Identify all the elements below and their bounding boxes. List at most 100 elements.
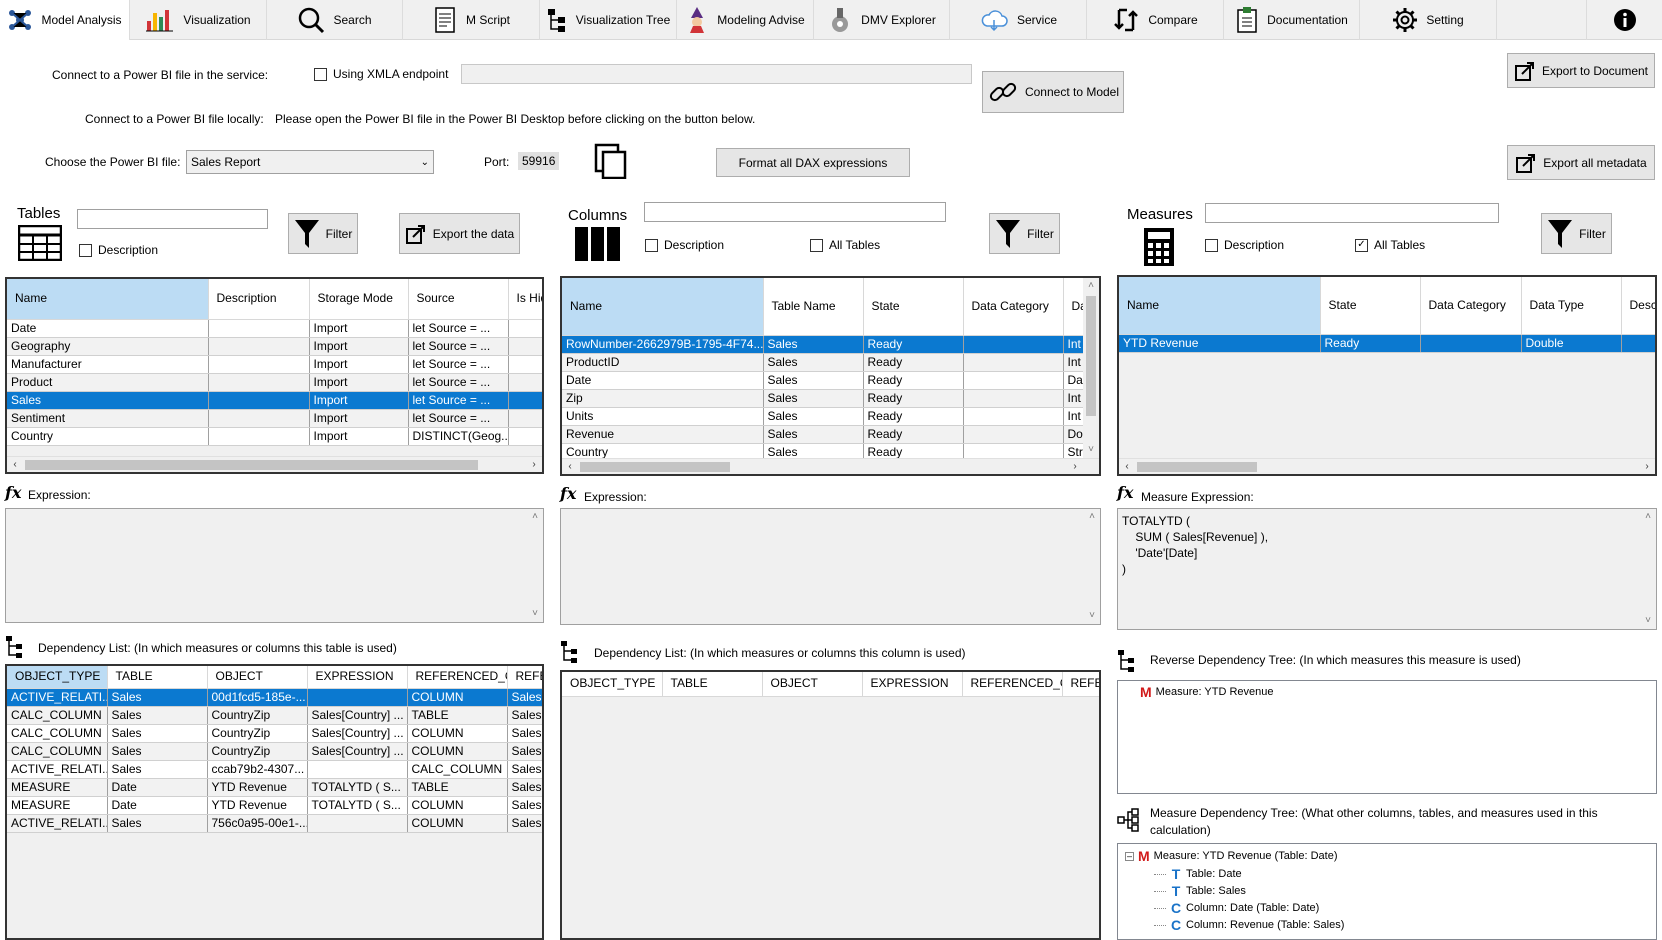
vertical-scrollbar[interactable]: ˄ ˅ bbox=[1084, 509, 1100, 624]
table-row[interactable]: Sales Import let Source = ... bbox=[7, 391, 542, 410]
measures-grid[interactable]: Name State Data Category Data Type Desc … bbox=[1117, 275, 1657, 476]
column-expression-box[interactable]: ˄ ˅ bbox=[560, 508, 1101, 625]
scroll-thumb[interactable] bbox=[580, 462, 730, 472]
measures-description-checkbox[interactable]: Description bbox=[1205, 238, 1284, 252]
tree-node[interactable]: T Table: Date bbox=[1154, 866, 1242, 882]
scroll-thumb[interactable] bbox=[25, 460, 478, 470]
table-row[interactable]: CALC_COLUMN Sales CountryZip Sales[Country]… bbox=[7, 724, 542, 743]
scroll-down-icon[interactable]: ˅ bbox=[527, 606, 543, 622]
column-header[interactable]: REFER bbox=[1062, 672, 1099, 697]
column-header[interactable]: EXPRESSION bbox=[307, 666, 408, 689]
scroll-left-icon[interactable]: ‹ bbox=[1119, 459, 1135, 474]
vertical-scrollbar[interactable]: ˄ ˅ bbox=[1640, 509, 1656, 629]
tab-compare[interactable]: Compare bbox=[1087, 0, 1224, 40]
column-header[interactable]: Data Category bbox=[963, 278, 1064, 336]
column-header[interactable]: Is Hid bbox=[508, 279, 542, 320]
tab-service[interactable]: Service bbox=[950, 0, 1087, 40]
column-header[interactable]: Data Type bbox=[1521, 277, 1622, 335]
format-dax-button[interactable]: Format all DAX expressions bbox=[716, 148, 910, 177]
column-header[interactable]: State bbox=[863, 278, 964, 336]
table-row[interactable]: Geography Import let Source = ... bbox=[7, 337, 542, 356]
columns-filter-input[interactable] bbox=[644, 202, 946, 222]
table-row[interactable]: RevenueSalesReady Dou bbox=[562, 425, 1084, 444]
scroll-up-icon[interactable]: ˄ bbox=[1640, 509, 1656, 525]
scroll-up-icon[interactable]: ˄ bbox=[1084, 509, 1100, 525]
table-row[interactable]: Country Import DISTINCT(Geog... bbox=[7, 427, 542, 446]
columns-grid[interactable]: Name Table Name State Data Category Da R… bbox=[560, 276, 1101, 476]
scroll-up-icon[interactable]: ˄ bbox=[527, 509, 543, 525]
column-header[interactable]: Data Category bbox=[1420, 277, 1522, 335]
column-header[interactable]: Table Name bbox=[763, 278, 864, 336]
table-row[interactable]: Manufacturer Import let Source = ... bbox=[7, 355, 542, 374]
tables-description-checkbox[interactable]: Description bbox=[79, 243, 158, 257]
columns-description-checkbox[interactable]: Description bbox=[645, 238, 724, 252]
scroll-thumb[interactable] bbox=[1137, 462, 1257, 472]
scroll-down-icon[interactable]: ˅ bbox=[1084, 608, 1100, 624]
tables-grid[interactable]: Name Description Storage Mode Source Is … bbox=[5, 277, 544, 474]
tree-node[interactable]: M Measure: YTD Revenue bbox=[1140, 684, 1273, 700]
column-header[interactable]: REFERENCED_OB... bbox=[962, 672, 1063, 697]
column-header[interactable]: Name bbox=[7, 279, 209, 320]
measures-filter-button[interactable]: Filter bbox=[1541, 213, 1612, 254]
scroll-right-icon[interactable]: › bbox=[526, 457, 542, 472]
table-row[interactable]: RowNumber-2662979B-1795-4F74... Sales Read… bbox=[562, 335, 1084, 354]
table-row[interactable]: MEASURE Date YTD Revenue TOTALYTD ( S... TAB… bbox=[7, 778, 542, 797]
column-header[interactable]: Desc bbox=[1621, 277, 1655, 335]
column-header[interactable]: Source bbox=[408, 279, 509, 320]
column-header[interactable]: Da bbox=[1063, 278, 1084, 336]
tab-model-analysis[interactable]: Model Analysis bbox=[0, 0, 130, 40]
table-dependency-grid[interactable]: OBJECT_TYPE TABLE OBJECT EXPRESSION REFE… bbox=[5, 664, 544, 940]
table-row[interactable]: Zip Sales Ready Int bbox=[562, 389, 1084, 408]
horizontal-scrollbar[interactable]: ‹ › bbox=[7, 456, 542, 472]
scroll-right-icon[interactable]: › bbox=[1639, 459, 1655, 474]
column-dependency-grid[interactable]: OBJECT_TYPE TABLE OBJECT EXPRESSION REFE… bbox=[560, 670, 1101, 940]
column-header[interactable]: Description bbox=[208, 279, 310, 320]
column-header[interactable]: OBJECT_TYPE bbox=[562, 672, 663, 697]
scroll-left-icon[interactable]: ‹ bbox=[562, 459, 578, 474]
tab-visualization[interactable]: Visualization bbox=[130, 0, 267, 40]
export-to-document-button[interactable]: Export to Document bbox=[1507, 53, 1655, 88]
copy-icon[interactable] bbox=[594, 143, 628, 179]
tab-dmv-explorer[interactable]: DMV Explorer bbox=[814, 0, 950, 40]
table-row[interactable]: Date Import let Source = ... bbox=[7, 319, 542, 338]
pbi-file-select[interactable]: Sales Report ⌄ bbox=[186, 150, 434, 174]
scroll-up-icon[interactable]: ˄ bbox=[1083, 278, 1099, 294]
vertical-scrollbar[interactable]: ˄ ˅ bbox=[527, 509, 543, 622]
column-header[interactable]: Storage Mode bbox=[309, 279, 409, 320]
column-header[interactable]: OBJECT bbox=[207, 666, 308, 689]
export-data-button[interactable]: Export the data bbox=[399, 213, 520, 254]
column-header[interactable]: EXPRESSION bbox=[862, 672, 963, 697]
table-row[interactable]: Sentiment Import let Source = ... bbox=[7, 409, 542, 428]
xmla-checkbox[interactable]: Using XMLA endpoint bbox=[314, 67, 448, 81]
table-row[interactable]: DateSalesReady Dat bbox=[562, 371, 1084, 390]
tree-node[interactable]: T Table: Sales bbox=[1154, 883, 1246, 899]
tab-documentation[interactable]: Documentation bbox=[1224, 0, 1360, 40]
table-row[interactable]: MEASURE Date YTD Revenue TOTALYTD ( S... COL… bbox=[7, 796, 542, 815]
reverse-dependency-tree[interactable]: M Measure: YTD Revenue bbox=[1117, 680, 1657, 794]
scroll-left-icon[interactable]: ‹ bbox=[7, 457, 23, 472]
tables-filter-button[interactable]: Filter bbox=[288, 213, 358, 254]
column-header[interactable]: Name bbox=[562, 278, 764, 336]
tree-root-node[interactable]: – M Measure: YTD Revenue (Table: Date) bbox=[1125, 848, 1338, 864]
tab-info[interactable] bbox=[1586, 0, 1662, 40]
tree-node[interactable]: C Column: Revenue (Table: Sales) bbox=[1154, 917, 1344, 933]
measure-dependency-tree[interactable]: – M Measure: YTD Revenue (Table: Date) T… bbox=[1117, 843, 1657, 940]
measure-expression-box[interactable]: TOTALYTD ( SUM ( Sales[Revenue] ), 'Date… bbox=[1117, 508, 1657, 630]
table-row[interactable]: Units Sales Ready Int bbox=[562, 407, 1084, 426]
tab-modeling-advise[interactable]: Modeling Advise bbox=[677, 0, 814, 40]
table-row[interactable]: ACTIVE_RELATI... Sales ccab79b2-4307... CAL… bbox=[7, 760, 542, 779]
scroll-right-icon[interactable]: › bbox=[1067, 459, 1083, 474]
tab-visualization-tree[interactable]: Visualization Tree bbox=[540, 0, 677, 40]
checkbox-box[interactable] bbox=[79, 243, 92, 257]
vertical-scrollbar[interactable]: ˄ ˅ bbox=[1083, 278, 1099, 458]
tree-node[interactable]: C Column: Date (Table: Date) bbox=[1154, 900, 1319, 916]
table-expression-box[interactable]: ˄ ˅ bbox=[5, 508, 544, 623]
table-row[interactable]: CALC_COLUMN Sales CountryZip Sales[Country]… bbox=[7, 742, 542, 761]
tab-setting[interactable]: Setting bbox=[1360, 0, 1497, 40]
measures-filter-input[interactable] bbox=[1205, 203, 1499, 223]
table-row[interactable]: Product Import let Source = ... bbox=[7, 373, 542, 392]
scroll-down-icon[interactable]: ˅ bbox=[1640, 613, 1656, 629]
columns-all-tables-checkbox[interactable]: All Tables bbox=[810, 238, 880, 252]
table-row[interactable]: ACTIVE_RELATI... Sales 00d1fcd5-185e-... CO… bbox=[7, 688, 542, 707]
scroll-down-icon[interactable]: ˅ bbox=[1083, 442, 1099, 458]
